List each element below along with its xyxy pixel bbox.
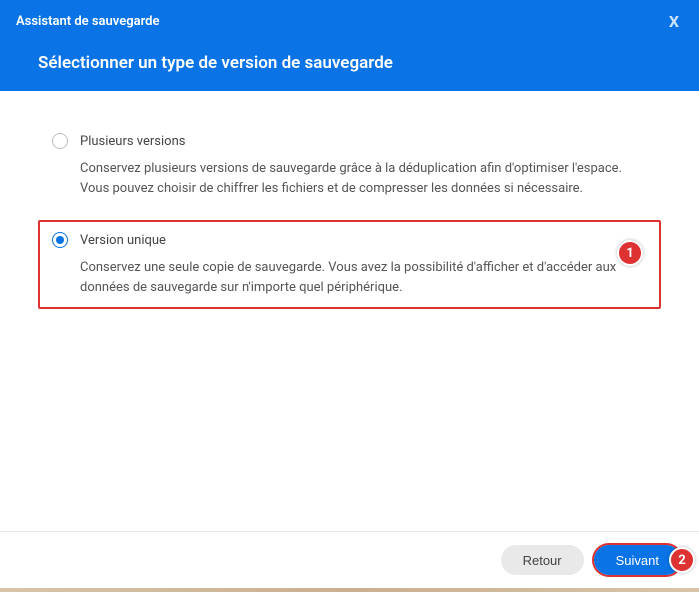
back-button[interactable]: Retour: [501, 545, 584, 575]
annotation-badge-2: 2: [669, 547, 695, 573]
radio-icon[interactable]: [52, 232, 68, 248]
option-single-version[interactable]: Version unique Conservez une seule copie…: [38, 220, 661, 309]
page-title: Sélectionner un type de version de sauve…: [16, 53, 683, 73]
option-label: Version unique: [80, 233, 166, 248]
annotation-badge-1: 1: [617, 240, 643, 266]
wizard-header: Assistant de sauvegarde X Sélectionner u…: [0, 0, 699, 91]
radio-row: Version unique: [52, 232, 647, 248]
app-title: Assistant de sauvegarde: [16, 14, 159, 29]
radio-row: Plusieurs versions: [52, 133, 647, 149]
radio-icon[interactable]: [52, 133, 68, 149]
option-description: Conservez une seule copie de sauvegarde.…: [80, 258, 647, 297]
option-description: Conservez plusieurs versions de sauvegar…: [80, 159, 647, 198]
next-button[interactable]: Suivant: [594, 545, 681, 575]
bottom-strip: [0, 588, 699, 592]
footer-bar: Retour Suivant 2: [0, 531, 699, 588]
close-icon[interactable]: X: [665, 12, 683, 31]
option-label: Plusieurs versions: [80, 134, 186, 149]
next-button-highlight: Suivant 2: [592, 543, 683, 577]
option-multiple-versions[interactable]: Plusieurs versions Conservez plusieurs v…: [38, 121, 661, 210]
content-area: Plusieurs versions Conservez plusieurs v…: [0, 91, 699, 531]
header-top: Assistant de sauvegarde X: [16, 12, 683, 31]
